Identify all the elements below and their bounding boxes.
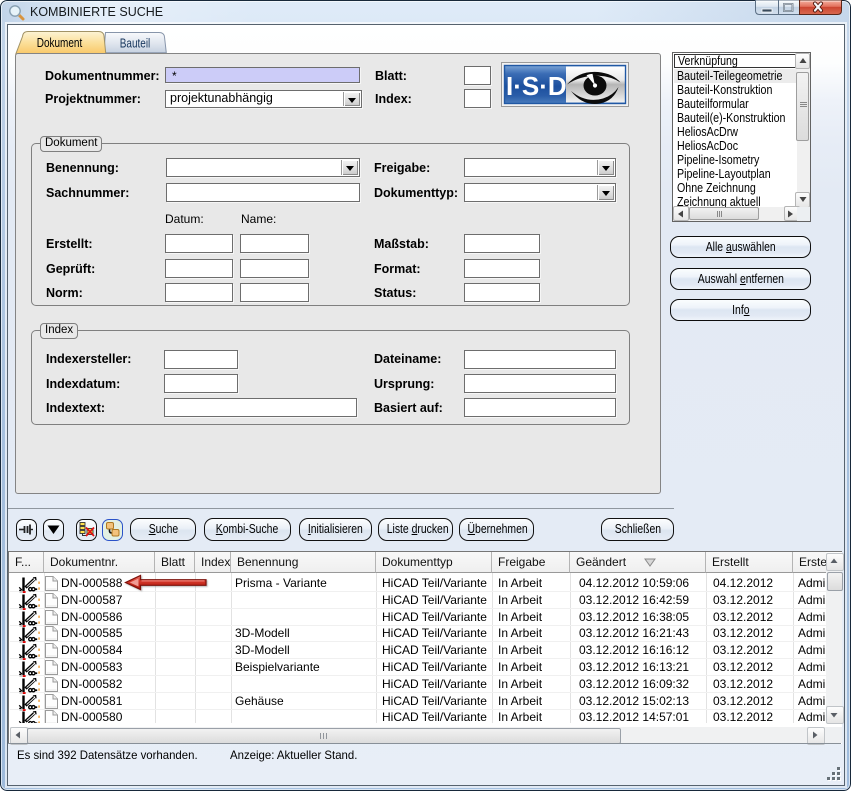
svg-text:Dokument: Dokument	[37, 37, 83, 50]
svg-text:I·S·D: I·S·D	[506, 71, 567, 101]
svg-text:Bauteil: Bauteil	[120, 38, 151, 51]
